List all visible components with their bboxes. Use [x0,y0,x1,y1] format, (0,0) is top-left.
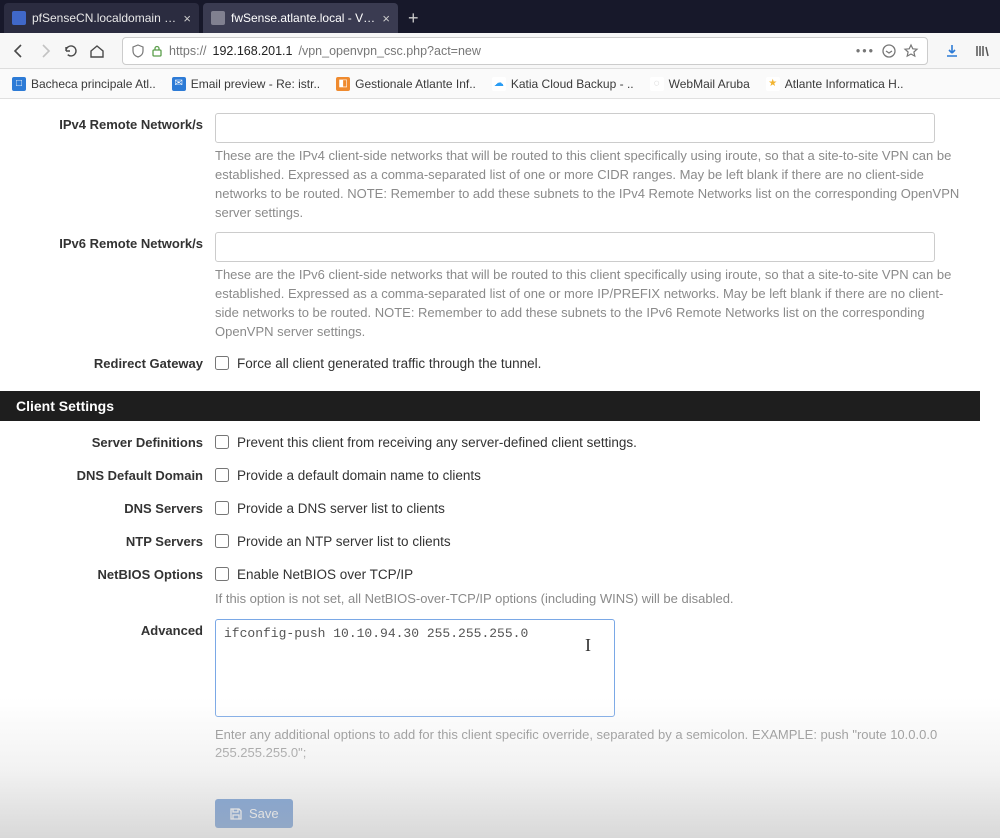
bookmark-item[interactable]: ✉ Email preview - Re: istr.. [172,77,320,91]
save-icon [229,807,243,821]
dns-servers-option[interactable]: Provide a DNS server list to clients [215,497,960,520]
tab-title: pfSenseCN.localdomain - VPN [32,11,177,25]
row-server-definitions: Server Definitions Prevent this client f… [0,429,980,456]
row-advanced: Advanced I Enter any additional options … [0,617,980,766]
row-redirect-gateway: Redirect Gateway Force all client genera… [0,350,980,377]
ipv4-remote-input[interactable] [215,113,935,143]
bookmarks-bar: □ Bacheca principale Atl.. ✉ Email preview… [0,69,1000,99]
label-netbios-options: NetBIOS Options [0,561,215,611]
url-path: /vpn_openvpn_csc.php?act=new [298,44,480,58]
page-content: IPv4 Remote Network/s These are the IPv4… [0,99,1000,838]
help-ipv4-remote: These are the IPv4 client-side networks … [215,147,960,222]
bookmark-item[interactable]: ◧ Gestionale Atlante Inf.. [336,77,476,91]
bookmark-label: Katia Cloud Backup - .. [511,77,634,91]
text-cursor-icon: I [585,635,591,656]
close-icon[interactable]: × [183,11,191,26]
bookmark-label: Bacheca principale Atl.. [31,77,156,91]
more-icon[interactable]: ••• [856,44,875,58]
help-netbios: If this option is not set, all NetBIOS-o… [215,590,960,609]
browser-tabbar: pfSenseCN.localdomain - VPN × fwSense.at… [0,0,1000,33]
tab-title: fwSense.atlante.local - VPN: O [231,11,376,25]
ntp-servers-option[interactable]: Provide an NTP server list to clients [215,530,960,553]
dns-default-domain-option[interactable]: Provide a default domain name to clients [215,464,960,487]
url-scheme: https:// [169,44,207,58]
globe-icon: ◌ [650,77,664,91]
row-ntp-servers: NTP Servers Provide an NTP server list t… [0,528,980,555]
reload-icon[interactable] [62,42,80,60]
row-dns-servers: DNS Servers Provide a DNS server list to… [0,495,980,522]
redirect-gateway-option[interactable]: Force all client generated traffic throu… [215,352,960,375]
ntp-servers-text: Provide an NTP server list to clients [237,534,451,549]
url-bar[interactable]: https:// 192.168.201.1/vpn_openvpn_csc.ph… [122,37,928,65]
section-client-settings: Client Settings [0,391,980,421]
label-advanced: Advanced [0,617,215,766]
bookmark-item[interactable]: ☁ Katia Cloud Backup - .. [492,77,634,91]
bookmark-icon: ✉ [172,77,186,91]
library-icon[interactable] [974,43,990,59]
dns-default-domain-text: Provide a default domain name to clients [237,468,481,483]
row-ipv4-remote: IPv4 Remote Network/s These are the IPv4… [0,111,980,224]
server-definitions-text: Prevent this client from receiving any s… [237,435,637,450]
bookmark-label: Gestionale Atlante Inf.. [355,77,476,91]
row-dns-default-domain: DNS Default Domain Provide a default dom… [0,462,980,489]
help-advanced: Enter any additional options to add for … [215,726,960,764]
label-ntp-servers: NTP Servers [0,528,215,555]
browser-tab-0[interactable]: pfSenseCN.localdomain - VPN × [4,3,199,33]
dns-servers-text: Provide a DNS server list to clients [237,501,445,516]
save-label: Save [249,806,279,821]
row-netbios-options: NetBIOS Options Enable NetBIOS over TCP/… [0,561,980,611]
star-icon: ★ [766,77,780,91]
save-button[interactable]: Save [215,799,293,828]
label-server-definitions: Server Definitions [0,429,215,456]
close-icon[interactable]: × [382,11,390,26]
row-ipv6-remote: IPv6 Remote Network/s These are the IPv6… [0,230,980,343]
browser-tab-1[interactable]: fwSense.atlante.local - VPN: O × [203,3,398,33]
dns-servers-checkbox[interactable] [215,501,229,515]
server-definitions-checkbox[interactable] [215,435,229,449]
new-tab-button[interactable]: + [398,8,429,33]
label-ipv6-remote: IPv6 Remote Network/s [0,230,215,343]
advanced-textarea[interactable] [215,619,615,717]
cloud-icon: ☁ [492,77,506,91]
bookmark-item[interactable]: ◌ WebMail Aruba [650,77,750,91]
home-icon[interactable] [88,42,106,60]
ipv6-remote-input[interactable] [215,232,935,262]
label-dns-servers: DNS Servers [0,495,215,522]
bookmark-star-icon[interactable] [903,43,919,59]
label-redirect-gateway: Redirect Gateway [0,350,215,377]
redirect-gateway-text: Force all client generated traffic throu… [237,356,541,371]
dns-default-domain-checkbox[interactable] [215,468,229,482]
label-ipv4-remote: IPv4 Remote Network/s [0,111,215,224]
browser-navbar: https:// 192.168.201.1/vpn_openvpn_csc.ph… [0,33,1000,69]
server-definitions-option[interactable]: Prevent this client from receiving any s… [215,431,960,454]
favicon-icon [12,11,26,25]
help-ipv6-remote: These are the IPv6 client-side networks … [215,266,960,341]
forward-icon [36,42,54,60]
bookmark-icon: □ [12,77,26,91]
bookmark-label: WebMail Aruba [669,77,750,91]
ntp-servers-checkbox[interactable] [215,534,229,548]
netbios-checkbox[interactable] [215,567,229,581]
back-icon[interactable] [10,42,28,60]
bookmark-item[interactable]: □ Bacheca principale Atl.. [12,77,156,91]
bookmark-icon: ◧ [336,77,350,91]
lock-icon [151,45,163,57]
reader-icon[interactable] [881,43,897,59]
download-icon[interactable] [944,43,960,59]
favicon-icon [211,11,225,25]
bookmark-label: Email preview - Re: istr.. [191,77,320,91]
shield-icon [131,44,145,58]
url-host: 192.168.201.1 [213,44,293,58]
label-dns-default-domain: DNS Default Domain [0,462,215,489]
bookmark-label: Atlante Informatica H.. [785,77,904,91]
redirect-gateway-checkbox[interactable] [215,356,229,370]
netbios-text: Enable NetBIOS over TCP/IP [237,567,413,582]
netbios-option[interactable]: Enable NetBIOS over TCP/IP [215,563,960,586]
bookmark-item[interactable]: ★ Atlante Informatica H.. [766,77,904,91]
